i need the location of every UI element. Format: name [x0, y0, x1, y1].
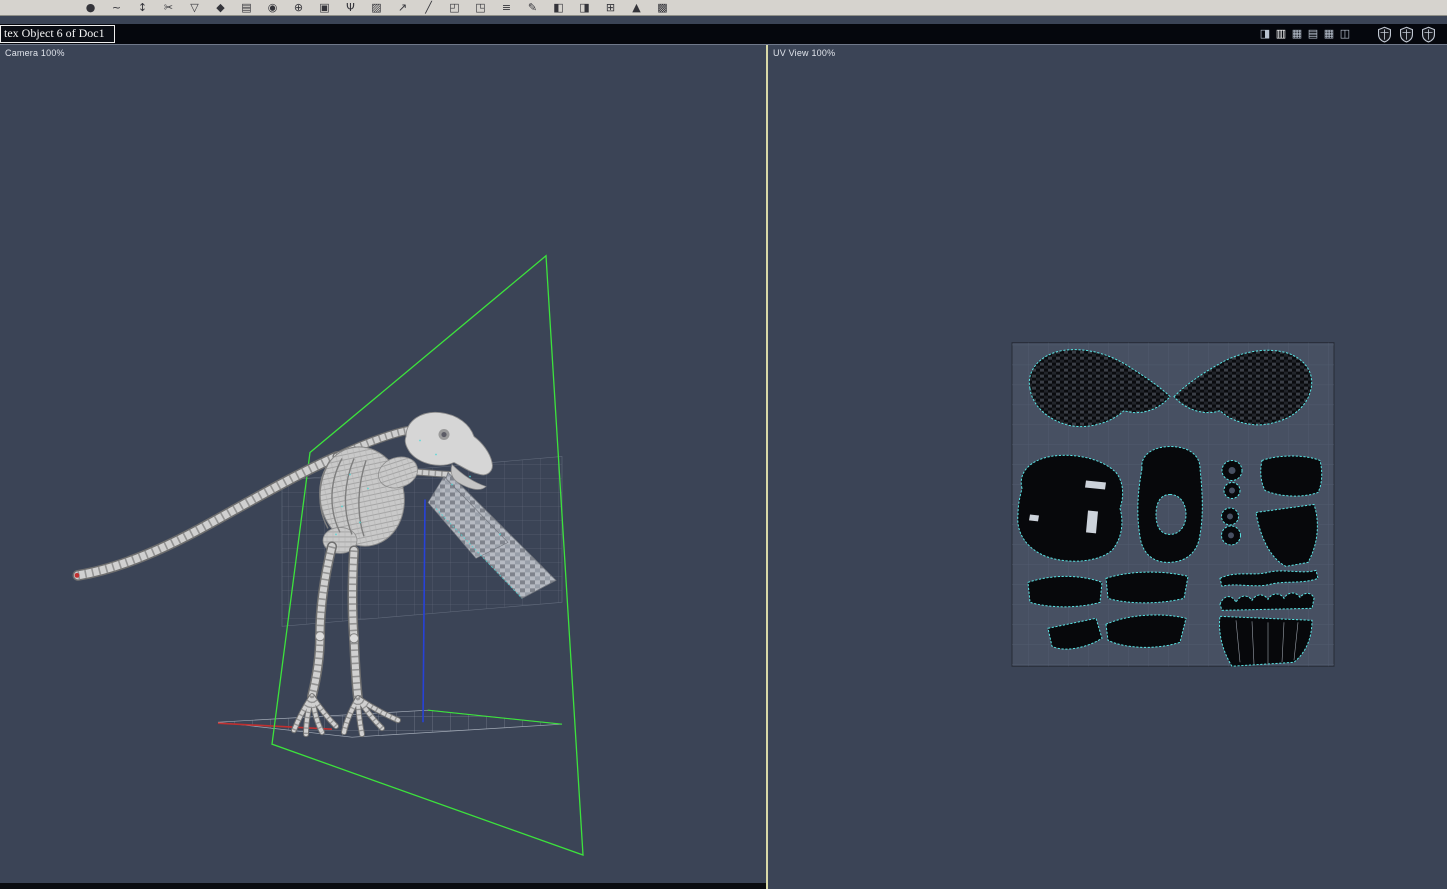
- pin-tool[interactable]: ▽: [182, 0, 207, 15]
- delete-face-tool[interactable]: ▨: [364, 0, 389, 15]
- scissors-tool[interactable]: ✂: [156, 0, 181, 15]
- title-bar: tex Object 6 of Doc1 ◨ ▥ ▦ ▤ ▦ ◫: [0, 24, 1447, 44]
- stretch-tool[interactable]: ↕: [130, 0, 155, 15]
- titlebar-right-controls: ◨ ▥ ▦ ▤ ▦ ◫: [1258, 26, 1447, 43]
- uv-island-head[interactable]: [1017, 454, 1124, 562]
- uv-island-strip-mid[interactable]: [1105, 571, 1189, 604]
- pen-tool[interactable]: ✎: [520, 0, 545, 15]
- uv-island-plate[interactable]: [1260, 455, 1323, 497]
- uv-viewport-canvas[interactable]: [768, 45, 1447, 889]
- window-title: tex Object 6 of Doc1: [0, 25, 115, 43]
- shield-toggle-1-icon[interactable]: [1376, 26, 1393, 43]
- relax-tool[interactable]: ▤: [234, 0, 259, 15]
- uv-island-strip-left[interactable]: [1027, 575, 1103, 608]
- shield-icon-group: [1376, 26, 1437, 43]
- mirror-v-tool[interactable]: ◨: [572, 0, 597, 15]
- layout-icon-group: ◨ ▥ ▦ ▤ ▦ ◫: [1258, 27, 1352, 42]
- shield-toggle-2-icon[interactable]: [1398, 26, 1415, 43]
- texture-fill-tool[interactable]: ▩: [650, 0, 675, 15]
- shear-tool[interactable]: ◆: [208, 0, 233, 15]
- camera-viewport-canvas[interactable]: [0, 45, 766, 889]
- camera-viewport[interactable]: Camera 100%: [0, 45, 766, 889]
- layout-one-icon[interactable]: ◨: [1258, 27, 1272, 42]
- stack-tool[interactable]: ≡: [494, 0, 519, 15]
- weld-tool[interactable]: ⊕: [286, 0, 311, 15]
- top-toolbar: ● ~ ↕ ✂ ▽ ◆ ▤ ◉ ⊕ ▣ Ψ ▨ ↗ ╱ ◰ ◳ ≡ ✎ ◧ ◨ ⊞ ▲ ▩: [0, 0, 1447, 16]
- toolbar-icon-row: ● ~ ↕ ✂ ▽ ◆ ▤ ◉ ⊕ ▣ Ψ ▨ ↗ ╱ ◰ ◳ ≡ ✎ ◧ ◨ ⊞ ▲ ▩: [0, 0, 1447, 15]
- camera-viewport-label: Camera 100%: [5, 48, 65, 58]
- layout-two-columns-icon[interactable]: ▥: [1274, 27, 1288, 42]
- target-weld-tool[interactable]: ◉: [260, 0, 285, 15]
- main-split-view: Camera 100% UV View 100%: [0, 44, 1447, 889]
- sphere-tool[interactable]: ●: [78, 0, 103, 15]
- uv-island-patch-mid[interactable]: [1105, 614, 1187, 648]
- skeleton-leg-right[interactable]: [347, 545, 363, 704]
- spline-tool[interactable]: ~: [104, 0, 129, 15]
- layout-grid-icon[interactable]: ▦: [1290, 27, 1304, 42]
- layout-quad-icon[interactable]: ▦: [1322, 27, 1336, 42]
- layout-split-icon[interactable]: ◫: [1338, 27, 1352, 42]
- layout-rows-icon[interactable]: ▤: [1306, 27, 1320, 42]
- uv-viewport-label: UV View 100%: [773, 48, 836, 58]
- uv-viewport[interactable]: UV View 100%: [768, 45, 1447, 889]
- rotate-right-tool[interactable]: ◳: [468, 0, 493, 15]
- grid-snap-tool[interactable]: ⊞: [598, 0, 623, 15]
- mirror-h-tool[interactable]: ◧: [546, 0, 571, 15]
- anchor-tool[interactable]: Ψ: [338, 0, 363, 15]
- shield-toggle-3-icon[interactable]: [1420, 26, 1437, 43]
- project-tool[interactable]: ↗: [390, 0, 415, 15]
- pack-tool[interactable]: ▣: [312, 0, 337, 15]
- line-tool[interactable]: ╱: [416, 0, 441, 15]
- rotate-left-tool[interactable]: ◰: [442, 0, 467, 15]
- tail-tip-marker: [74, 572, 80, 578]
- prism-tool[interactable]: ▲: [624, 0, 649, 15]
